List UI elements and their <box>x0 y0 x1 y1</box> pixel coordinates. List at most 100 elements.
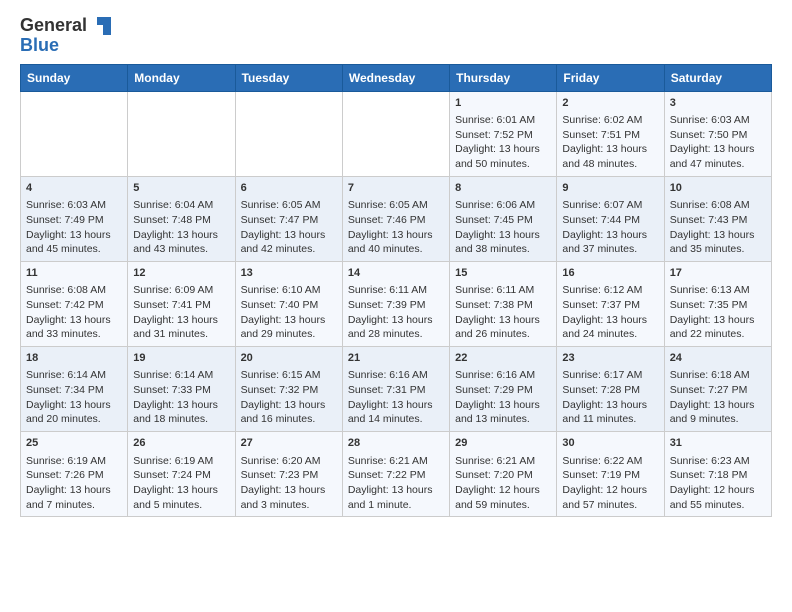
day-info: Sunrise: 6:21 AM <box>348 454 444 469</box>
week-row-4: 18Sunrise: 6:14 AMSunset: 7:34 PMDayligh… <box>21 347 772 432</box>
day-number: 22 <box>455 351 551 366</box>
day-info: Sunset: 7:24 PM <box>133 468 229 483</box>
day-info: Sunrise: 6:03 AM <box>26 198 122 213</box>
day-info: Sunrise: 6:05 AM <box>348 198 444 213</box>
day-cell-17: 17Sunrise: 6:13 AMSunset: 7:35 PMDayligh… <box>664 261 771 346</box>
day-number: 21 <box>348 351 444 366</box>
day-info: Daylight: 13 hours <box>133 483 229 498</box>
day-info: Sunrise: 6:14 AM <box>133 368 229 383</box>
day-info: Daylight: 13 hours <box>241 228 337 243</box>
day-info: and 24 minutes. <box>562 327 658 342</box>
day-cell-18: 18Sunrise: 6:14 AMSunset: 7:34 PMDayligh… <box>21 347 128 432</box>
day-info: Sunrise: 6:03 AM <box>670 113 766 128</box>
day-info: Sunset: 7:48 PM <box>133 213 229 228</box>
day-info: and 31 minutes. <box>133 327 229 342</box>
day-info: Sunset: 7:23 PM <box>241 468 337 483</box>
day-info: Sunrise: 6:21 AM <box>455 454 551 469</box>
weekday-header-monday: Monday <box>128 64 235 91</box>
day-number: 18 <box>26 351 122 366</box>
day-number: 24 <box>670 351 766 366</box>
day-info: and 47 minutes. <box>670 157 766 172</box>
day-number: 23 <box>562 351 658 366</box>
day-info: Sunrise: 6:12 AM <box>562 283 658 298</box>
day-info: Daylight: 13 hours <box>348 398 444 413</box>
day-info: and 42 minutes. <box>241 242 337 257</box>
day-number: 16 <box>562 266 658 281</box>
day-number: 30 <box>562 436 658 451</box>
day-info: Daylight: 12 hours <box>455 483 551 498</box>
day-info: Daylight: 13 hours <box>670 398 766 413</box>
week-row-2: 4Sunrise: 6:03 AMSunset: 7:49 PMDaylight… <box>21 176 772 261</box>
day-info: and 43 minutes. <box>133 242 229 257</box>
day-cell-12: 12Sunrise: 6:09 AMSunset: 7:41 PMDayligh… <box>128 261 235 346</box>
day-info: and 26 minutes. <box>455 327 551 342</box>
day-info: Sunrise: 6:02 AM <box>562 113 658 128</box>
day-info: Sunset: 7:33 PM <box>133 383 229 398</box>
day-info: and 28 minutes. <box>348 327 444 342</box>
day-info: Sunset: 7:29 PM <box>455 383 551 398</box>
day-info: and 9 minutes. <box>670 412 766 427</box>
day-cell-27: 27Sunrise: 6:20 AMSunset: 7:23 PMDayligh… <box>235 432 342 517</box>
day-cell-16: 16Sunrise: 6:12 AMSunset: 7:37 PMDayligh… <box>557 261 664 346</box>
day-info: Sunset: 7:42 PM <box>26 298 122 313</box>
day-info: Daylight: 13 hours <box>26 398 122 413</box>
day-cell-31: 31Sunrise: 6:23 AMSunset: 7:18 PMDayligh… <box>664 432 771 517</box>
day-cell-28: 28Sunrise: 6:21 AMSunset: 7:22 PMDayligh… <box>342 432 449 517</box>
day-info: Sunset: 7:41 PM <box>133 298 229 313</box>
day-info: Sunrise: 6:18 AM <box>670 368 766 383</box>
day-info: and 33 minutes. <box>26 327 122 342</box>
day-info: Sunset: 7:38 PM <box>455 298 551 313</box>
day-info: Sunset: 7:20 PM <box>455 468 551 483</box>
day-cell-6: 6Sunrise: 6:05 AMSunset: 7:47 PMDaylight… <box>235 176 342 261</box>
weekday-header-saturday: Saturday <box>664 64 771 91</box>
day-info: Sunrise: 6:17 AM <box>562 368 658 383</box>
day-info: Sunrise: 6:16 AM <box>455 368 551 383</box>
day-info: Sunset: 7:44 PM <box>562 213 658 228</box>
weekday-header-tuesday: Tuesday <box>235 64 342 91</box>
day-info: Sunset: 7:26 PM <box>26 468 122 483</box>
day-info: Sunrise: 6:19 AM <box>133 454 229 469</box>
day-info: Daylight: 13 hours <box>241 313 337 328</box>
day-cell-22: 22Sunrise: 6:16 AMSunset: 7:29 PMDayligh… <box>450 347 557 432</box>
day-number: 27 <box>241 436 337 451</box>
day-info: Sunrise: 6:01 AM <box>455 113 551 128</box>
day-info: Sunset: 7:34 PM <box>26 383 122 398</box>
day-info: and 59 minutes. <box>455 498 551 513</box>
day-number: 20 <box>241 351 337 366</box>
day-number: 15 <box>455 266 551 281</box>
day-number: 11 <box>26 266 122 281</box>
day-info: Sunset: 7:43 PM <box>670 213 766 228</box>
day-info: Sunset: 7:46 PM <box>348 213 444 228</box>
day-number: 9 <box>562 181 658 196</box>
day-number: 25 <box>26 436 122 451</box>
week-row-1: 1Sunrise: 6:01 AMSunset: 7:52 PMDaylight… <box>21 91 772 176</box>
day-info: and 29 minutes. <box>241 327 337 342</box>
day-cell-1: 1Sunrise: 6:01 AMSunset: 7:52 PMDaylight… <box>450 91 557 176</box>
day-cell-8: 8Sunrise: 6:06 AMSunset: 7:45 PMDaylight… <box>450 176 557 261</box>
day-info: Daylight: 12 hours <box>670 483 766 498</box>
day-info: Sunrise: 6:05 AM <box>241 198 337 213</box>
day-cell-30: 30Sunrise: 6:22 AMSunset: 7:19 PMDayligh… <box>557 432 664 517</box>
day-info: and 11 minutes. <box>562 412 658 427</box>
day-info: Daylight: 13 hours <box>348 313 444 328</box>
day-info: Daylight: 13 hours <box>562 313 658 328</box>
day-cell-26: 26Sunrise: 6:19 AMSunset: 7:24 PMDayligh… <box>128 432 235 517</box>
day-number: 7 <box>348 181 444 196</box>
day-info: Daylight: 13 hours <box>133 228 229 243</box>
day-info: Daylight: 13 hours <box>562 142 658 157</box>
day-info: Daylight: 13 hours <box>241 398 337 413</box>
day-info: Daylight: 13 hours <box>562 398 658 413</box>
day-cell-29: 29Sunrise: 6:21 AMSunset: 7:20 PMDayligh… <box>450 432 557 517</box>
day-info: Daylight: 13 hours <box>455 142 551 157</box>
day-number: 12 <box>133 266 229 281</box>
day-number: 10 <box>670 181 766 196</box>
day-info: Sunrise: 6:20 AM <box>241 454 337 469</box>
day-info: Sunrise: 6:04 AM <box>133 198 229 213</box>
weekday-header-wednesday: Wednesday <box>342 64 449 91</box>
day-info: Sunrise: 6:16 AM <box>348 368 444 383</box>
day-cell-7: 7Sunrise: 6:05 AMSunset: 7:46 PMDaylight… <box>342 176 449 261</box>
day-info: Sunset: 7:19 PM <box>562 468 658 483</box>
day-info: and 7 minutes. <box>26 498 122 513</box>
day-info: Sunrise: 6:10 AM <box>241 283 337 298</box>
day-info: Daylight: 13 hours <box>670 142 766 157</box>
